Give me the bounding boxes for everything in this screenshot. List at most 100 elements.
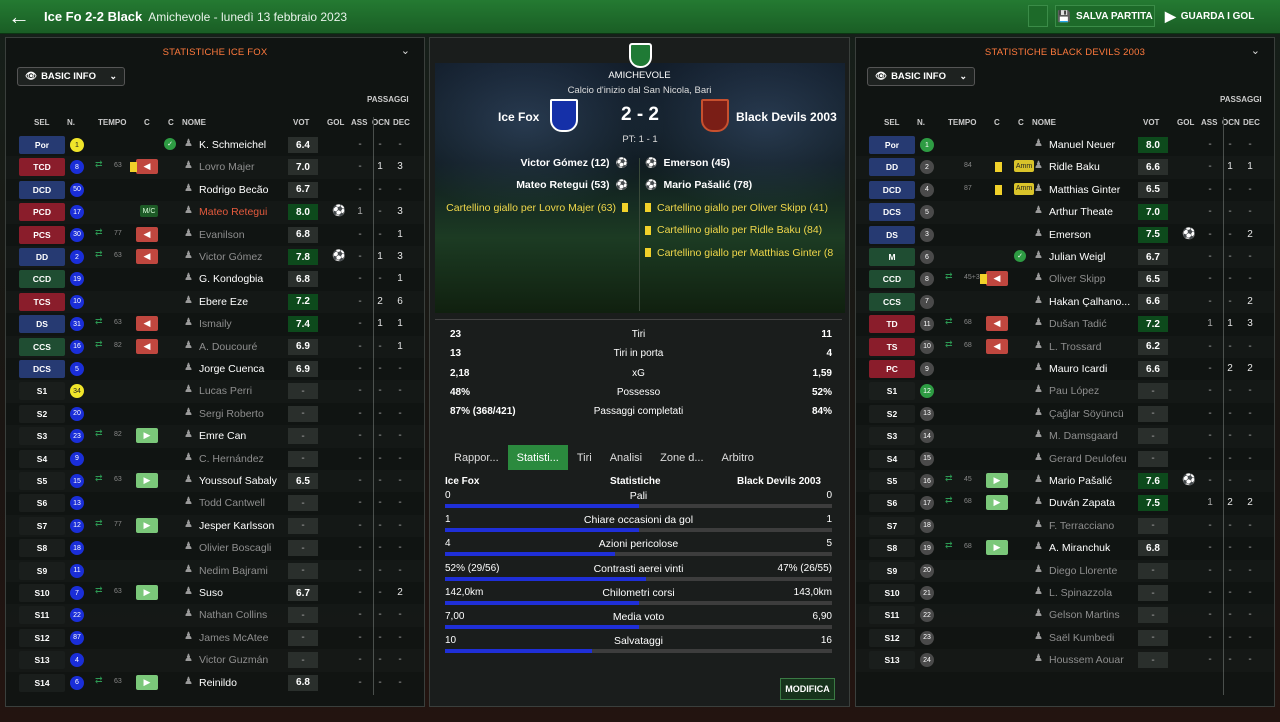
away-team-crest[interactable] [701,99,729,132]
player-name[interactable]: Suso [199,587,223,599]
position-badge[interactable]: S7 [869,516,915,535]
player-row[interactable]: PC 9 ♟ Mauro Icardi 6.6 - 2 2 [856,358,1274,380]
player-name[interactable]: Julian Weigl [1049,251,1105,263]
player-row[interactable]: TS 10 ⇄ 68 ◀ ♟ L. Trossard 6.2 - - - [856,336,1274,358]
player-name[interactable]: L. Spinazzola [1049,587,1112,599]
player-name[interactable]: Manuel Neuer [1049,139,1115,151]
position-badge[interactable]: S13 [869,651,915,670]
position-badge[interactable]: S6 [19,494,65,513]
player-name[interactable]: F. Terracciano [1049,520,1114,532]
col-tempo[interactable]: TEMPO [948,118,976,127]
player-row[interactable]: CCD 8 ⇄ 45+3 ◀ ♟ Oliver Skipp 6.5 - - - [856,268,1274,290]
tab-5[interactable]: Arbitro [713,445,763,470]
player-row[interactable]: DCS 5 ♟ Jorge Cuenca 6.9 - - - [6,358,424,380]
player-name[interactable]: C. Hernández [199,453,264,465]
player-name[interactable]: Çağlar Söyüncü [1049,408,1124,420]
player-row[interactable]: S3 14 ♟ M. Damsgaard - - - - [856,425,1274,447]
player-row[interactable]: S10 21 ♟ L. Spinazzola - - - - [856,582,1274,604]
position-badge[interactable]: PCS [19,225,65,244]
player-name[interactable]: Nathan Collins [199,609,267,621]
home-team-name[interactable]: Ice Fox [498,110,539,124]
player-row[interactable]: TD 11 ⇄ 68 ◀ ♟ Dušan Tadić 7.2 1 1 3 [856,313,1274,335]
player-row[interactable]: S4 15 ♟ Gerard Deulofeu - - - - [856,448,1274,470]
player-name[interactable]: Victor Guzmán [199,654,268,666]
col-tempo[interactable]: TEMPO [98,118,126,127]
player-name[interactable]: Pau López [1049,385,1099,397]
col-sel[interactable]: SEL [34,118,50,127]
col-dec[interactable]: DEC [1243,118,1260,127]
player-name[interactable]: M. Damsgaard [1049,430,1118,442]
player-name[interactable]: Gerard Deulofeu [1049,453,1127,465]
position-badge[interactable]: CCS [869,292,915,311]
position-badge[interactable]: CCS [19,337,65,356]
col-gol[interactable]: GOL [327,118,344,127]
player-name[interactable]: Ridle Baku [1049,161,1100,173]
player-name[interactable]: Diego Llorente [1049,565,1117,577]
position-badge[interactable]: DS [19,315,65,334]
player-row[interactable]: PCD 17 M/C ♟ Mateo Retegui 8.0 ⚽ 1 - 3 [6,201,424,223]
player-row[interactable]: S7 18 ♟ F. Terracciano - - - - [856,515,1274,537]
player-row[interactable]: S13 4 ♟ Victor Guzmán - - - - [6,649,424,671]
col-vot[interactable]: VOT [293,118,309,127]
player-row[interactable]: S5 15 ⇄ 63 ▶ ♟ Youssouf Sabaly 6.5 - - - [6,470,424,492]
tab-1[interactable]: Statisti... [507,445,568,470]
player-name[interactable]: L. Trossard [1049,341,1102,353]
player-name[interactable]: Oliver Skipp [1049,273,1106,285]
col-c2[interactable]: C [1018,118,1024,127]
player-row[interactable]: S12 23 ♟ Saël Kumbedi - - - - [856,627,1274,649]
player-row[interactable]: S12 87 ♟ James McAtee - - - - [6,627,424,649]
position-badge[interactable]: S10 [19,584,65,602]
position-badge[interactable]: M [869,248,915,266]
player-row[interactable]: S9 11 ♟ Nedim Bajrami - - - - [6,560,424,582]
position-badge[interactable]: PCD [19,203,65,222]
back-arrow-icon[interactable]: ← [2,0,36,34]
player-row[interactable]: Por 1 ✓ ♟ K. Schmeichel 6.4 - - - [6,134,424,156]
player-row[interactable]: S8 19 ⇄ 68 ▶ ♟ A. Miranchuk 6.8 - - - [856,537,1274,559]
player-row[interactable]: TCD 8 ⇄ 63 ◀ ♟ Lovro Majer 7.0 - 1 3 [6,156,424,178]
player-name[interactable]: Reinildo [199,677,237,689]
player-name[interactable]: A. Doucouré [199,341,257,353]
position-badge[interactable]: S10 [869,584,915,602]
position-badge[interactable]: S1 [869,382,915,401]
player-name[interactable]: Jorge Cuenca [199,363,264,375]
basic-info-dropdown[interactable]: 👁 BASIC INFO ⌄ [17,67,125,86]
player-row[interactable]: S14 6 ⇄ 63 ▶ ♟ Reinildo 6.8 - - - [6,672,424,694]
col-name[interactable]: NOME [182,118,206,127]
col-sel[interactable]: SEL [884,118,900,127]
player-row[interactable]: S6 17 ⇄ 68 ▶ ♟ Duván Zapata 7.5 1 2 2 [856,492,1274,514]
player-row[interactable]: DS 3 ♟ Emerson 7.5 ⚽ - -2 [856,224,1274,246]
col-vot[interactable]: VOT [1143,118,1159,127]
position-badge[interactable]: TCD [19,158,65,177]
modifica-button[interactable]: MODIFICA [780,678,835,700]
player-name[interactable]: Jesper Karlsson [199,520,274,532]
player-name[interactable]: Mauro Icardi [1049,363,1107,375]
position-badge[interactable]: Por [19,136,65,154]
player-name[interactable]: Matthias Ginter [1049,184,1120,196]
position-badge[interactable]: DCD [869,180,915,199]
tab-3[interactable]: Analisi [601,445,651,470]
position-badge[interactable]: S8 [869,539,915,558]
player-row[interactable]: DCD 4 87 Amm ♟ Matthias Ginter 6.5 - - - [856,179,1274,201]
player-row[interactable]: S8 18 ♟ Olivier Boscagli - - - - [6,537,424,559]
watch-goals-button[interactable]: ▶ GUARDA I GOL [1165,5,1254,27]
position-badge[interactable]: S11 [869,606,915,625]
player-name[interactable]: Saël Kumbedi [1049,632,1114,644]
player-row[interactable]: S10 7 ⇄ 63 ▶ ♟ Suso 6.7 - - 2 [6,582,424,604]
position-badge[interactable]: CCD [869,270,915,289]
player-name[interactable]: Hakan Çalhano... [1049,296,1130,308]
position-badge[interactable]: S12 [869,628,915,647]
position-badge[interactable]: S5 [869,472,915,490]
player-row[interactable]: S11 22 ♟ Gelson Martins - - - - [856,604,1274,626]
col-c1[interactable]: C [994,118,1000,127]
player-row[interactable]: S2 13 ♟ Çağlar Söyüncü - - - - [856,403,1274,425]
position-badge[interactable]: S12 [19,628,65,647]
chevron-down-icon[interactable]: ⌄ [401,44,410,57]
player-row[interactable]: DD 2 84 Amm ♟ Ridle Baku 6.6 - 1 1 [856,156,1274,178]
position-badge[interactable]: S3 [869,427,915,446]
player-row[interactable]: S9 20 ♟ Diego Llorente - - - - [856,560,1274,582]
player-name[interactable]: Houssem Aouar [1049,654,1124,666]
player-name[interactable]: Gelson Martins [1049,609,1120,621]
away-team-name[interactable]: Black Devils 2003 [736,110,844,124]
player-row[interactable]: S4 9 ♟ C. Hernández - - - - [6,448,424,470]
position-badge[interactable]: PC [869,360,915,378]
